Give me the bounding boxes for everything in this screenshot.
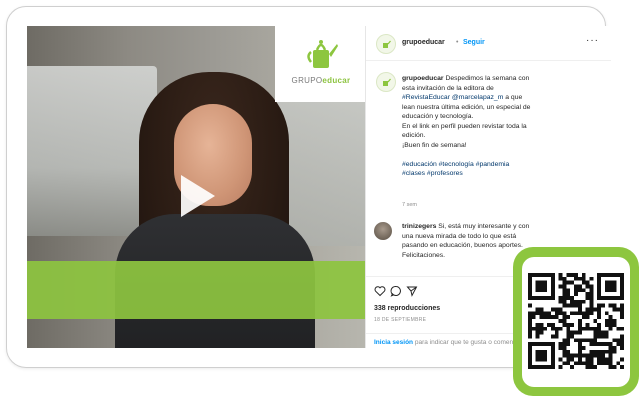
watering-can-icon <box>307 40 338 68</box>
commenter-avatar[interactable] <box>374 222 392 240</box>
views-count: 338 reproducciones <box>374 305 441 312</box>
login-link[interactable]: Inicia sesión <box>374 339 413 346</box>
caption-text: lean nuestra última edición, un especial… <box>402 103 531 111</box>
caption-avatar[interactable] <box>376 72 396 92</box>
logo-text: GRUPOeducar <box>291 76 351 85</box>
green-overlay-band <box>27 261 365 319</box>
post-caption: grupoeducar Despedimos la semana con est… <box>402 74 598 179</box>
comment-username[interactable]: trinizegers <box>402 223 436 230</box>
comment-icon[interactable] <box>390 285 402 297</box>
caption-text: a que <box>505 94 523 101</box>
brand-mini-icon <box>383 78 391 86</box>
comment-text: Si, está muy interesante y con <box>438 223 530 230</box>
follow-button[interactable]: Seguir <box>463 39 485 46</box>
video-player[interactable]: GRUPOeducar <box>27 26 365 348</box>
caption-age: 7 sem <box>402 202 417 208</box>
mention-link[interactable]: @marcelapaz_m <box>452 94 503 101</box>
caption-username[interactable]: grupoeducar <box>402 75 444 82</box>
header-username[interactable]: grupoeducar <box>402 39 445 46</box>
qr-code-panel <box>522 257 630 387</box>
caption-text: En el link en perfil pueden revistar tod… <box>402 122 527 130</box>
qr-code-icon[interactable] <box>528 273 624 369</box>
play-icon[interactable] <box>177 173 217 219</box>
caption-text: Despedimos la semana con <box>445 75 530 82</box>
hashtag-link[interactable]: #clases #profesores <box>402 169 598 179</box>
caption-text: educación y tecnología. <box>402 113 474 120</box>
post-header: grupoeducar • Seguir ··· <box>366 26 611 61</box>
brand-mini-icon <box>383 40 391 48</box>
background-window <box>27 66 157 236</box>
header-separator: • <box>456 39 459 46</box>
comment-text: una nueva mirada de todo lo que está <box>402 232 517 240</box>
share-icon[interactable] <box>406 285 418 297</box>
brand-logo: GRUPOeducar <box>275 26 365 102</box>
hashtag-link[interactable]: #educación #tecnología #pandemia <box>402 160 598 170</box>
heart-icon[interactable] <box>374 285 386 297</box>
qr-code-frame <box>513 247 639 396</box>
caption-text: esta invitación de la editora de <box>402 84 494 92</box>
login-text: para indicar que te gusta o comentar. <box>414 339 523 346</box>
more-options-icon[interactable]: ··· <box>586 35 599 46</box>
background-window-right <box>277 86 365 246</box>
post-date: 18 DE SEPTIEMBRE <box>374 317 427 323</box>
hashtag-link[interactable]: #RevistaEducar <box>402 94 450 101</box>
caption-text: ¡Buen fin de semana! <box>402 141 467 149</box>
avatar[interactable] <box>376 34 396 54</box>
caption-text: edición. <box>402 132 426 139</box>
